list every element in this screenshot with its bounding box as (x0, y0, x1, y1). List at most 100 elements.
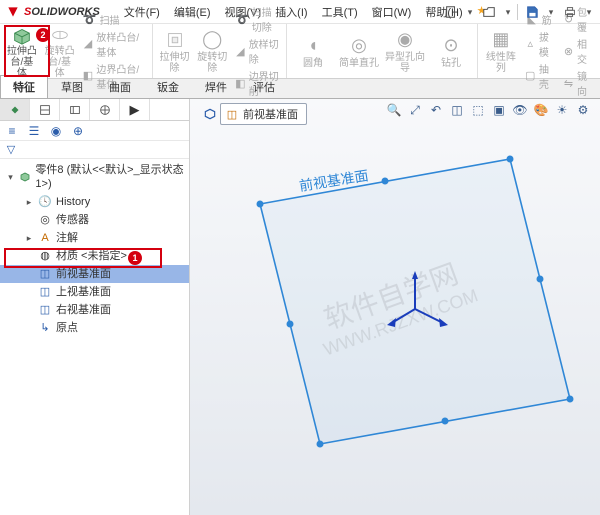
revolve-cut-button[interactable]: ◯ 旋转切除 (194, 26, 230, 76)
graphics-area[interactable]: 🔍 ⤢ ↶ ◫ ⬚ ▣ 👁 🎨 ☀ ⚙ ◫ 前视基准面 软件自学网 WWW.RJ… (190, 99, 600, 515)
material-label: 材质 <未指定> (56, 249, 127, 263)
extrude-cut-label: 拉伸切除 (159, 52, 191, 74)
dimxpert-tab[interactable] (90, 99, 120, 120)
sweep-cut-icon: ➰ (235, 12, 249, 26)
tree-sensors[interactable]: ◎传感器 (0, 211, 189, 229)
tree-tool-3[interactable]: ◉ (48, 123, 64, 139)
linear-pattern-button[interactable]: ▦线性阵列 (482, 26, 520, 76)
draft-icon: ▵ (525, 37, 536, 51)
mirror-icon: ⇋ (563, 76, 574, 90)
menu-edit[interactable]: 编辑(E) (168, 2, 217, 22)
intersect-icon: ⊗ (563, 44, 574, 58)
fillet-button[interactable]: ◖圆角 (291, 26, 335, 76)
tab-sheetmetal[interactable]: 钣金 (144, 75, 192, 98)
dropdown-icon[interactable]: ▾ (503, 2, 513, 22)
tree-root-label: 零件8 (默认<<默认>_显示状态 1>) (35, 163, 185, 191)
tree-tool-1[interactable]: ≡ (4, 123, 20, 139)
history-label: History (56, 195, 90, 209)
simple-hole-button[interactable]: ◎简单直孔 (337, 26, 381, 76)
revolve-cut-label: 旋转切除 (196, 52, 228, 74)
tab-weldments[interactable]: 焊件 (192, 75, 240, 98)
origin-label: 原点 (56, 321, 78, 335)
filter-icon[interactable]: ▽ (4, 143, 18, 157)
loft-icon: ◢ (83, 37, 94, 51)
tree-annotations[interactable]: ▸A注解 (0, 229, 189, 247)
extrude-boss-label: 拉伸凸台/基体 (6, 46, 38, 79)
menu-bar: 文件(F) 编辑(E) 视图(V) 插入(I) 工具(T) 窗口(W) 帮助(H… (118, 2, 493, 22)
plane-icon: ◫ (38, 303, 52, 317)
hole-icon: ◎ (347, 34, 371, 58)
panel-tabs: ▶ (0, 99, 189, 121)
mirror-label: 镜向 (577, 68, 593, 98)
part-icon (19, 170, 32, 184)
hole-wizard-button[interactable]: ◉异型孔向导 (383, 26, 427, 76)
ribbon-group-pattern: ▦线性阵列 ◣筋 ▵拔模 ▢抽壳 ↻包覆 ⊗相交 ⇋镜向 (478, 24, 600, 78)
feature-manager-panel: ▶ ≡ ☰ ◉ ⊕ ▽ ▾ 零件8 (默认<<默认>_显示状态 1>) ▸🕓Hi… (0, 99, 190, 515)
front-plane-label: 前视基准面 (56, 267, 111, 281)
tab-features[interactable]: 特征 (0, 75, 48, 98)
save-button[interactable] (522, 2, 542, 22)
tree-origin[interactable]: ↳ 原点 (0, 319, 189, 337)
bore-button[interactable]: ⊙钻孔 (429, 26, 473, 76)
reference-plane-graphic[interactable]: 前视基准面 (190, 99, 600, 515)
intersect-button[interactable]: ⊗相交 (560, 35, 596, 67)
dropdown-icon[interactable]: ▾ (546, 2, 556, 22)
feature-tree-tab[interactable] (0, 99, 30, 120)
tab-sketch[interactable]: 草图 (48, 75, 96, 98)
extrude-cut-icon (163, 28, 187, 52)
property-tab[interactable] (30, 99, 60, 120)
tab-surface[interactable]: 曲面 (96, 75, 144, 98)
tab-evaluate[interactable]: 评估 (240, 75, 288, 98)
new-button[interactable] (441, 2, 461, 22)
open-button[interactable] (479, 2, 499, 22)
loft-cut-button[interactable]: ◢放样切除 (232, 35, 282, 67)
shell-button[interactable]: ▢抽壳 (522, 60, 558, 92)
tree-front-plane[interactable]: ◫前视基准面 (0, 265, 189, 283)
tree-right-plane[interactable]: ◫右视基准面 (0, 301, 189, 319)
menu-tools[interactable]: 工具(T) (316, 2, 364, 22)
material-icon: ◍ (38, 249, 52, 263)
extrude-boss-button[interactable]: 拉伸凸台/基体 (4, 26, 40, 76)
caret-right-icon[interactable]: ▸ (24, 195, 34, 209)
plane-icon: ◫ (38, 285, 52, 299)
annotations-label: 注解 (56, 231, 78, 245)
tree-material[interactable]: ◍ 材质 <未指定> (0, 247, 189, 265)
loft-cut-label: 放样切除 (249, 36, 279, 66)
draft-label: 拔模 (539, 29, 555, 59)
config-tab[interactable] (60, 99, 90, 120)
pattern-stack2: ↻包覆 ⊗相交 ⇋镜向 (560, 26, 596, 76)
tree-tool-2[interactable]: ☰ (26, 123, 42, 139)
tree-history[interactable]: ▸🕓History (0, 193, 189, 211)
fillet-label: 圆角 (303, 58, 323, 69)
revolve-icon (48, 24, 72, 46)
pattern-label: 线性阵列 (484, 52, 518, 74)
hole-wizard-label: 异型孔向导 (385, 52, 425, 74)
sweep-cut-button[interactable]: ➰扫描切除 (232, 3, 282, 35)
ribbon: 拉伸凸台/基体 旋转凸台/基体 ➰扫描 ◢放样凸台/基体 ◧边界凸台/基体 拉伸… (0, 24, 600, 79)
shell-icon: ▢ (525, 69, 536, 83)
sweep-label: 扫描 (100, 12, 120, 27)
revolve-cut-icon: ◯ (200, 28, 224, 52)
sweep-cut-label: 扫描切除 (252, 4, 279, 34)
tree-toolbar: ≡ ☰ ◉ ⊕ (0, 121, 189, 141)
dropdown-icon[interactable]: ▾ (465, 2, 475, 22)
badge-2: 2 (36, 28, 50, 42)
tree-root[interactable]: ▾ 零件8 (默认<<默认>_显示状态 1>) (0, 161, 189, 193)
extrude-cut-button[interactable]: 拉伸切除 (157, 26, 193, 76)
dropdown-icon[interactable]: ▾ (584, 2, 594, 22)
loft-button[interactable]: ◢放样凸台/基体 (80, 28, 148, 60)
draft-button[interactable]: ▵拔模 (522, 28, 558, 60)
pattern-stack1: ◣筋 ▵拔模 ▢抽壳 (522, 26, 558, 76)
display-tab[interactable]: ▶ (120, 99, 150, 120)
ribbon-group-cut: 拉伸切除 ◯ 旋转切除 ➰扫描切除 ◢放样切除 ◧边界切削 (153, 24, 287, 78)
tree-top-plane[interactable]: ◫上视基准面 (0, 283, 189, 301)
mirror-button[interactable]: ⇋镜向 (560, 67, 596, 99)
print-button[interactable] (560, 2, 580, 22)
menu-window[interactable]: 窗口(W) (366, 2, 418, 22)
tree-tool-4[interactable]: ⊕ (70, 123, 86, 139)
caret-right-icon[interactable]: ▸ (24, 231, 34, 245)
cut-stack: ➰扫描切除 ◢放样切除 ◧边界切削 (232, 26, 282, 76)
origin-icon: ↳ (38, 321, 52, 335)
sweep-button[interactable]: ➰扫描 (80, 11, 148, 28)
caret-down-icon[interactable]: ▾ (6, 170, 15, 184)
